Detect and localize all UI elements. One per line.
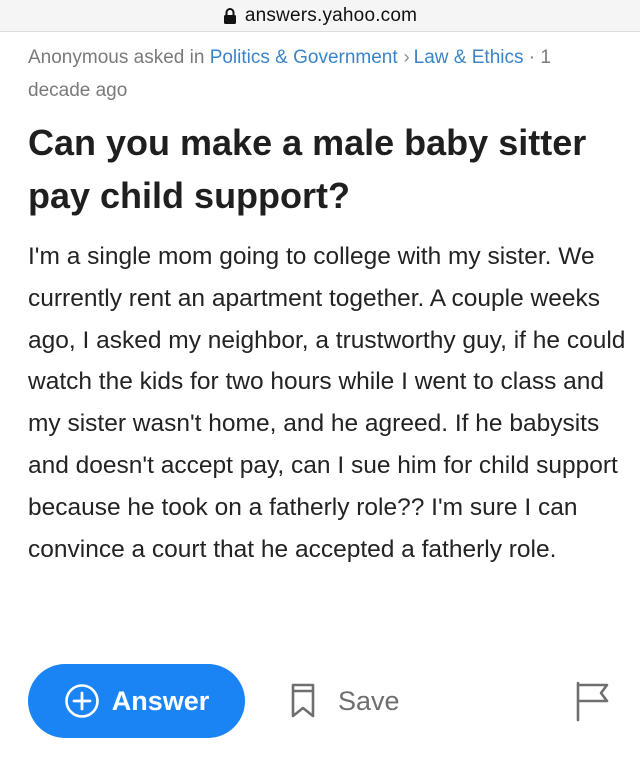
question-title: Can you make a male baby sitter pay chil… — [28, 122, 587, 216]
asked-in-text: asked in — [133, 47, 205, 68]
asker-name: Anonymous — [28, 47, 129, 68]
chevron-right-icon: › — [403, 47, 410, 67]
report-flag-button[interactable] — [574, 680, 612, 722]
answer-button-label: Answer — [111, 685, 210, 716]
question-meta: Anonymous asked in Politics & Government… — [28, 41, 618, 107]
save-button[interactable]: Save — [290, 676, 400, 726]
question-body: I'm a single mom going to college with m… — [28, 243, 626, 563]
category-link[interactable]: Politics & Government — [210, 47, 398, 68]
plus-circle-icon — [64, 683, 100, 719]
lock-icon — [223, 7, 237, 25]
address-bar[interactable]: answers.yahoo.com — [0, 0, 640, 32]
answer-button[interactable]: Answer — [28, 664, 245, 738]
save-button-label: Save — [338, 685, 400, 716]
bookmark-icon — [290, 683, 316, 719]
flag-icon — [574, 681, 612, 726]
url-text: answers.yahoo.com — [244, 4, 418, 26]
subcategory-link[interactable]: Law & Ethics — [414, 47, 524, 68]
